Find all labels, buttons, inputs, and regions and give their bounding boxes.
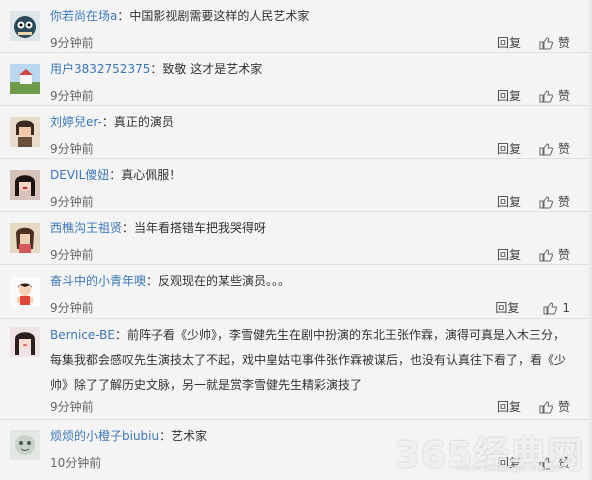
like-button[interactable]: 赞 <box>539 140 570 158</box>
avatar[interactable] <box>10 64 40 94</box>
comment-item: DEVIL傻妞：真心佩服！ 9分钟前 回复 赞 <box>0 159 592 212</box>
avatar[interactable] <box>10 277 40 307</box>
comment-time: 9分钟前 <box>50 142 94 156</box>
comment-time: 9分钟前 <box>50 89 94 103</box>
comment-actions: 回复 赞 <box>497 193 570 211</box>
reply-button[interactable]: 回复 <box>497 34 521 52</box>
comment-actions: 回复 赞 <box>497 398 570 416</box>
like-label: 赞 <box>557 248 570 262</box>
comment-username[interactable]: Bernice-BE <box>50 328 115 342</box>
comment-text: 中国影视剧需要这样的人民艺术家 <box>129 9 310 23</box>
like-label: 赞 <box>557 142 570 156</box>
reply-button[interactable]: 回复 <box>497 398 521 416</box>
thumbs-up-icon <box>539 142 553 155</box>
like-count: 1 <box>562 301 570 315</box>
reply-button[interactable]: 回复 <box>497 246 521 264</box>
comment-item: 你若尚在场a：中国影视剧需要这样的人民艺术家 9分钟前 回复 赞 <box>0 0 592 53</box>
comment-content: Bernice-BE：前阵子看《少帅》，李雪健先生在剧中扮演的东北王张作霖，演得… <box>50 328 567 392</box>
comment-username[interactable]: 你若尚在场a <box>50 9 117 23</box>
comment-username[interactable]: 西樵沟王祖贤 <box>50 221 122 235</box>
like-button[interactable]: 赞 <box>539 87 570 105</box>
comment-actions: 回复 赞 <box>497 34 570 52</box>
comment-content: 刘婷兒er-：真正的演员 <box>50 115 174 129</box>
like-button[interactable]: 赞 <box>539 34 570 52</box>
comment-item: 奋斗中的小青年噢：反观现在的某些演员。。。 9分钟前 回复 1 <box>0 265 592 319</box>
thumbs-up-icon <box>539 89 553 102</box>
avatar[interactable] <box>10 11 40 41</box>
comment-text: 致敬 这才是艺术家 <box>162 62 263 76</box>
comment-time: 9分钟前 <box>50 195 94 209</box>
comment-content: 你若尚在场a：中国影视剧需要这样的人民艺术家 <box>50 9 310 23</box>
comment-list: 你若尚在场a：中国影视剧需要这样的人民艺术家 9分钟前 回复 赞 用户38327… <box>0 0 592 480</box>
like-button[interactable]: 赞 <box>539 193 570 211</box>
comment-content: DEVIL傻妞：真心佩服！ <box>50 168 182 182</box>
comment-content: 用户3832752375：致敬 这才是艺术家 <box>50 62 263 76</box>
comment-text: 艺术家 <box>171 429 208 443</box>
like-label: 赞 <box>557 195 570 209</box>
thumbs-up-icon <box>539 36 553 49</box>
reply-button[interactable]: 回复 <box>497 193 521 211</box>
comment-item: 西樵沟王祖贤：当年看搭错车把我哭得呀 9分钟前 回复 赞 <box>0 212 592 265</box>
comment-text: 真正的演员 <box>113 115 174 129</box>
comment-time: 9分钟前 <box>50 36 94 50</box>
like-label: 赞 <box>557 89 570 103</box>
comment-actions: 回复 赞 <box>497 87 570 105</box>
reply-button[interactable]: 回复 <box>497 87 521 105</box>
reply-button[interactable]: 回复 <box>495 299 519 317</box>
thumbs-up-icon <box>539 248 553 261</box>
avatar[interactable] <box>10 117 40 147</box>
comment-username[interactable]: 刘婷兒er- <box>50 115 102 129</box>
comment-text: 前阵子看《少帅》，李雪健先生在剧中扮演的东北王张作霖，演得可真是入木三分，每集我… <box>50 328 567 392</box>
avatar[interactable] <box>10 170 40 200</box>
comment-content: 西樵沟王祖贤：当年看搭错车把我哭得呀 <box>50 221 267 235</box>
comment-time: 10分钟前 <box>50 456 102 470</box>
thumbs-up-icon <box>543 301 558 314</box>
comment-content: 奋斗中的小青年噢：反观现在的某些演员。。。 <box>50 274 291 288</box>
like-label: 赞 <box>557 400 570 414</box>
comment-actions: 回复 赞 <box>497 246 570 264</box>
watermark-url: www.365jingdian.com <box>455 463 566 474</box>
comment-time: 9分钟前 <box>50 248 94 262</box>
avatar[interactable] <box>10 223 40 253</box>
comment-username[interactable]: 奋斗中的小青年噢 <box>50 274 146 288</box>
comment-item: 刘婷兒er-：真正的演员 9分钟前 回复 赞 <box>0 106 592 159</box>
comment-actions: 回复 赞 <box>497 140 570 158</box>
avatar[interactable] <box>10 430 40 460</box>
like-button[interactable]: 赞 <box>539 246 570 264</box>
comment-time: 9分钟前 <box>50 400 94 414</box>
comment-text: 当年看搭错车把我哭得呀 <box>134 221 267 235</box>
like-label: 赞 <box>557 36 570 50</box>
comment-text: 反观现在的某些演员。。。 <box>158 274 291 288</box>
thumbs-up-icon <box>539 195 553 208</box>
like-button[interactable]: 赞 <box>539 398 570 416</box>
reply-button[interactable]: 回复 <box>497 140 521 158</box>
comment-time: 9分钟前 <box>50 301 94 315</box>
like-button[interactable]: 1 <box>543 299 570 317</box>
comment-item: 用户3832752375：致敬 这才是艺术家 9分钟前 回复 赞 <box>0 53 592 106</box>
comment-item: Bernice-BE：前阵子看《少帅》，李雪健先生在剧中扮演的东北王张作霖，演得… <box>0 319 592 420</box>
thumbs-up-icon <box>539 400 553 413</box>
avatar[interactable] <box>10 327 40 357</box>
comment-username[interactable]: 用户3832752375 <box>50 62 150 76</box>
comment-text: 真心佩服！ <box>121 168 182 182</box>
comment-username[interactable]: 烦烦的小橙子biubiu <box>50 429 159 443</box>
comment-username[interactable]: DEVIL傻妞 <box>50 168 109 182</box>
comment-actions: 回复 1 <box>495 299 570 317</box>
